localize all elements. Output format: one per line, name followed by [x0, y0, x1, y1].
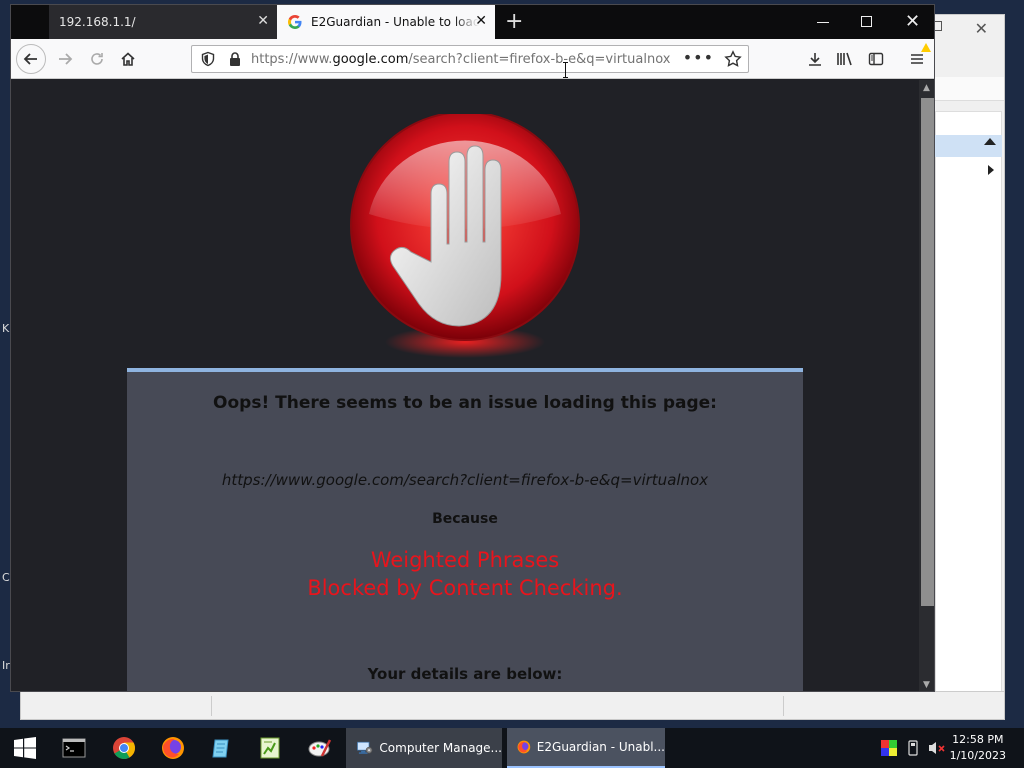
maximize-icon[interactable]: [861, 16, 872, 27]
close-window-icon[interactable]: ✕: [905, 11, 920, 32]
url-path: /search?client=firefox-b-e&q=virtualnox: [408, 52, 671, 67]
taskbar-firefox-e2guardian[interactable]: E2Guardian - Unabl...: [507, 728, 665, 768]
close-icon[interactable]: ✕: [975, 19, 988, 38]
scroll-down-icon[interactable]: ▼: [923, 680, 930, 690]
sidebar-icon: [868, 52, 884, 66]
firefox-icon: [517, 740, 531, 754]
library-button[interactable]: [831, 45, 859, 73]
library-icon: [837, 52, 852, 66]
stop-hand-icon: [350, 114, 580, 358]
desktop-edge-text: C: [2, 571, 10, 584]
url-bar[interactable]: https://www.google.com/search?client=fir…: [191, 45, 749, 73]
minimize-icon[interactable]: [817, 22, 829, 23]
block-reason-detail: Blocked by Content Checking.: [307, 576, 623, 600]
home-button[interactable]: [114, 45, 142, 73]
because-label: Because: [432, 511, 498, 527]
url-text[interactable]: https://www.google.com/search?client=fir…: [251, 52, 670, 67]
forward-button[interactable]: [51, 45, 79, 73]
block-reason: Weighted Phrases: [370, 548, 560, 572]
chrome-icon[interactable]: [112, 736, 136, 760]
tab-bar: 192.168.1.1/ ✕ E2Guardian - Unable to lo…: [11, 5, 934, 39]
url-domain: google.com: [332, 52, 409, 67]
bookmark-star-icon[interactable]: [724, 50, 742, 68]
taskbar-computer-management[interactable]: Computer Manage...: [346, 728, 502, 768]
arrow-left-icon: [23, 53, 37, 65]
scroll-up-icon[interactable]: ▲: [923, 83, 930, 93]
command-prompt-icon[interactable]: [62, 736, 86, 760]
navigation-toolbar: https://www.google.com/search?client=fir…: [11, 39, 934, 79]
vertical-scrollbar[interactable]: ▲ ▼: [919, 80, 934, 691]
page-actions-icon[interactable]: •••: [683, 48, 714, 67]
clock-time: 12:58 PM: [952, 733, 1004, 746]
taskbar-app-label: E2Guardian - Unabl...: [536, 740, 665, 754]
color-tray-icon[interactable]: [881, 740, 897, 756]
tab-e2guardian[interactable]: E2Guardian - Unable to load web page ✕: [277, 5, 495, 39]
firefox-icon[interactable]: [161, 736, 185, 760]
expand-arrow-icon[interactable]: [988, 165, 994, 175]
computer-management-icon: [357, 741, 373, 754]
taskbar-app-label: Computer Manage...: [379, 741, 502, 755]
clock-date: 1/10/2023: [949, 749, 1006, 762]
block-title: Oops! There seems to be an issue loading…: [213, 393, 717, 413]
page-content: Oops! There seems to be an issue loading…: [11, 80, 919, 691]
details-heading: Your details are below:: [367, 665, 563, 683]
paint-icon[interactable]: [308, 736, 332, 760]
usb-device-icon[interactable]: [907, 740, 919, 756]
download-button[interactable]: [801, 45, 829, 73]
tab-title: 192.168.1.1/: [59, 15, 136, 29]
block-message-panel: Oops! There seems to be an issue loading…: [127, 368, 803, 691]
scrollbar-thumb[interactable]: [921, 98, 934, 606]
new-tab-plus-icon[interactable]: +: [505, 9, 523, 34]
lock-icon[interactable]: [228, 51, 242, 67]
blocked-url: https://www.google.com/search?client=fir…: [221, 471, 709, 489]
system-clock[interactable]: 12:58 PM 1/10/2023: [950, 732, 1006, 764]
url-prefix: https://www.: [251, 52, 333, 67]
sidebar-button[interactable]: [862, 45, 890, 73]
close-tab-icon[interactable]: ✕: [257, 14, 269, 28]
download-icon: [809, 53, 821, 66]
desktop-edge-text: K: [2, 322, 10, 335]
update-warning-icon: [921, 43, 931, 52]
status-divider: [211, 696, 212, 716]
collapse-arrow-icon[interactable]: [984, 138, 996, 145]
desktop-edge-text: Ir: [2, 659, 10, 672]
google-favicon-icon: [288, 15, 302, 29]
status-divider: [783, 696, 784, 716]
home-icon: [121, 52, 135, 66]
reload-icon: [91, 53, 103, 65]
background-panel: [935, 111, 1002, 701]
close-tab-icon[interactable]: ✕: [475, 14, 487, 28]
volume-muted-icon[interactable]: [928, 740, 946, 756]
background-status-bar: [21, 691, 1004, 719]
windows-start-icon[interactable]: [13, 736, 37, 760]
text-cursor-icon: [563, 62, 568, 78]
firefox-window: 192.168.1.1/ ✕ E2Guardian - Unable to lo…: [10, 4, 935, 692]
background-toolbar: [935, 77, 1004, 101]
arrow-right-icon: [59, 53, 73, 65]
tab-router[interactable]: 192.168.1.1/ ✕: [49, 5, 277, 39]
taskbar: Computer Manage... E2Guardian - Unabl...…: [0, 728, 1024, 768]
tab-title: E2Guardian - Unable to load web page: [311, 15, 479, 29]
notepad-icon[interactable]: [210, 736, 234, 760]
notepad-plus-plus-icon[interactable]: [258, 736, 282, 760]
hamburger-menu-icon: [911, 54, 923, 64]
tracking-shield-icon[interactable]: [200, 51, 216, 67]
back-button[interactable]: [16, 44, 46, 74]
reload-button[interactable]: [83, 45, 111, 73]
